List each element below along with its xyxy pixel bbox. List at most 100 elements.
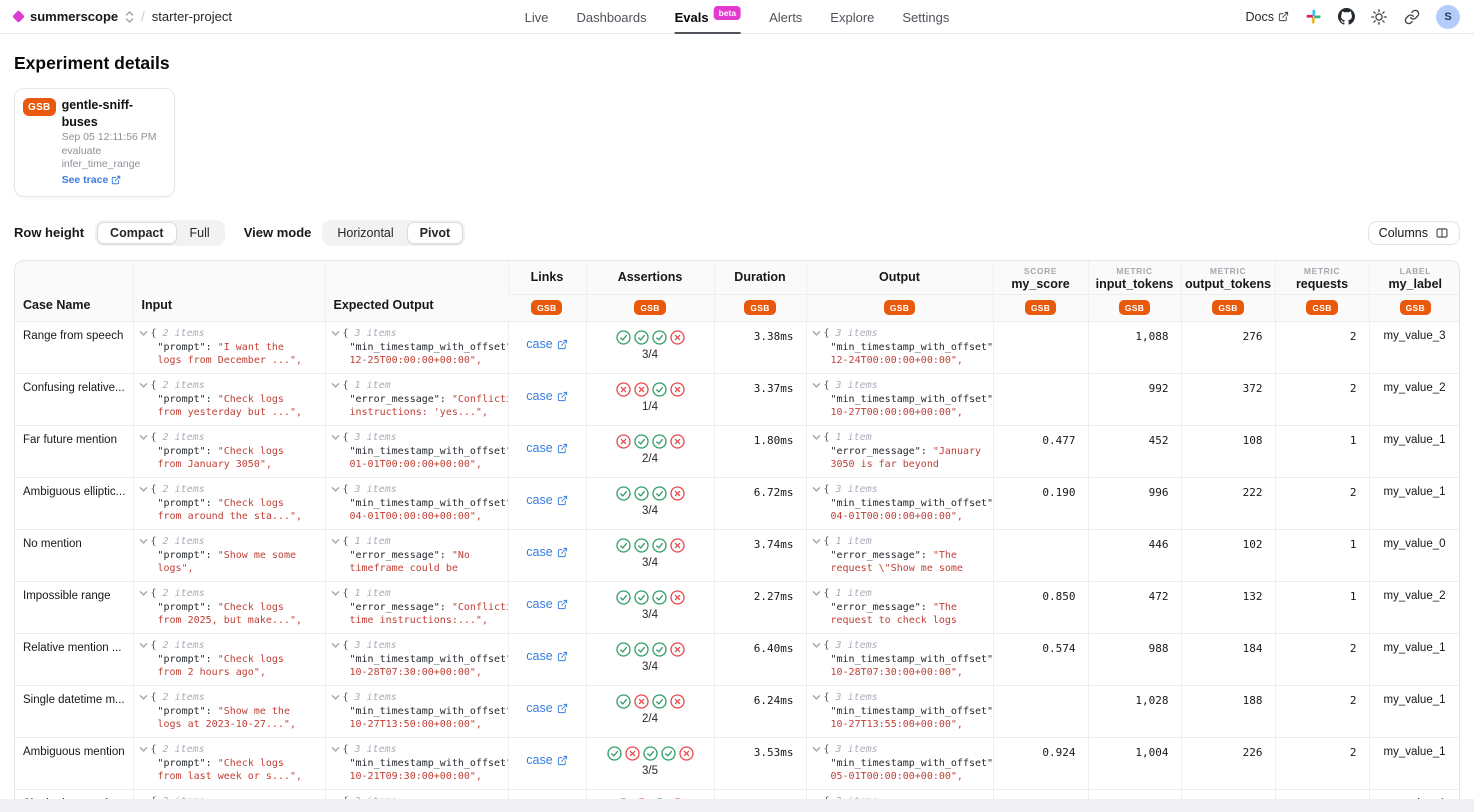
- nav-item-explore[interactable]: Explore: [830, 0, 874, 34]
- table-row[interactable]: Far future mention{2 items"prompt": "Che…: [15, 426, 1460, 478]
- col-header-requests[interactable]: METRICrequests: [1275, 261, 1369, 295]
- theme-toggle-icon[interactable]: [1370, 8, 1388, 26]
- share-link-icon[interactable]: [1403, 8, 1421, 26]
- case-link[interactable]: case: [526, 337, 567, 351]
- columns-button[interactable]: Columns: [1368, 221, 1460, 245]
- project-name[interactable]: starter-project: [152, 9, 232, 24]
- item-count: 3 items: [836, 743, 878, 757]
- assertion-count: 3/4: [587, 557, 714, 569]
- item-count: 2 items: [163, 691, 205, 705]
- col-header-output-tokens[interactable]: METRICoutput_tokens: [1181, 261, 1275, 295]
- collapse-toggle-icon[interactable]: [139, 485, 148, 494]
- collapse-toggle-icon[interactable]: [331, 381, 340, 390]
- collapse-toggle-icon[interactable]: [139, 381, 148, 390]
- collapse-toggle-icon[interactable]: [139, 329, 148, 338]
- docs-link[interactable]: Docs: [1246, 10, 1289, 24]
- table-row[interactable]: Single datetime m...{2 items"prompt": "S…: [15, 686, 1460, 738]
- collapse-toggle-icon[interactable]: [331, 641, 340, 650]
- assertion-pass-icon: [634, 538, 649, 553]
- collapse-toggle-icon[interactable]: [331, 433, 340, 442]
- collapse-toggle-icon[interactable]: [331, 693, 340, 702]
- user-avatar[interactable]: S: [1436, 5, 1460, 29]
- nav-item-settings[interactable]: Settings: [902, 0, 949, 34]
- nav-item-evals[interactable]: Evalsbeta: [675, 0, 741, 34]
- output-tokens-cell: 102: [1181, 530, 1275, 582]
- nav-item-dashboards[interactable]: Dashboards: [576, 0, 646, 34]
- github-icon[interactable]: [1337, 8, 1355, 26]
- table-row[interactable]: Confusing relative...{2 items"prompt": "…: [15, 374, 1460, 426]
- table-row[interactable]: Range from speech{2 items"prompt": "I wa…: [15, 322, 1460, 374]
- case-link[interactable]: case: [526, 597, 567, 611]
- workspace-switcher-icon[interactable]: [125, 10, 134, 24]
- table-row[interactable]: Ambiguous mention{2 items"prompt": "Chec…: [15, 738, 1460, 790]
- collapse-toggle-icon[interactable]: [331, 745, 340, 754]
- collapse-toggle-icon[interactable]: [139, 693, 148, 702]
- table-row[interactable]: No mention{2 items"prompt": "Show me som…: [15, 530, 1460, 582]
- output-tokens-cell: 132: [1181, 582, 1275, 634]
- col-header-output[interactable]: Output: [806, 261, 993, 295]
- case-link[interactable]: case: [526, 389, 567, 403]
- collapse-toggle-icon[interactable]: [139, 745, 148, 754]
- collapse-toggle-icon[interactable]: [331, 329, 340, 338]
- expected-json-preview: {3 items"min_timestamp_with_offset"01-01…: [331, 431, 508, 472]
- view-mode-option-horizontal[interactable]: Horizontal: [324, 222, 406, 244]
- nav-item-live[interactable]: Live: [525, 0, 549, 34]
- collapse-toggle-icon[interactable]: [139, 641, 148, 650]
- col-header-expected-output[interactable]: Expected Output: [325, 261, 508, 322]
- col-header-input-tokens[interactable]: METRICinput_tokens: [1088, 261, 1181, 295]
- collapse-toggle-icon[interactable]: [812, 485, 821, 494]
- breadcrumb-separator: /: [141, 9, 145, 24]
- assertion-pass-icon: [643, 746, 658, 761]
- collapse-toggle-icon[interactable]: [139, 537, 148, 546]
- assertion-pass-icon: [634, 642, 649, 657]
- slack-icon[interactable]: [1304, 8, 1322, 26]
- case-name-cell: Impossible range: [15, 582, 133, 634]
- collapse-toggle-icon[interactable]: [812, 589, 821, 598]
- view-mode-option-pivot[interactable]: Pivot: [407, 222, 464, 244]
- table-row[interactable]: Ambiguous elliptic...{2 items"prompt": "…: [15, 478, 1460, 530]
- case-link[interactable]: case: [526, 493, 567, 507]
- assertion-pass-icon: [616, 642, 631, 657]
- columns-icon: [1435, 226, 1449, 240]
- requests-cell: 1: [1275, 426, 1369, 478]
- case-link[interactable]: case: [526, 701, 567, 715]
- case-link[interactable]: case: [526, 649, 567, 663]
- collapse-toggle-icon[interactable]: [331, 485, 340, 494]
- col-header-my-label[interactable]: LABELmy_label: [1369, 261, 1460, 295]
- workspace-name[interactable]: summerscope: [30, 9, 118, 24]
- collapse-toggle-icon[interactable]: [812, 693, 821, 702]
- col-header-input[interactable]: Input: [133, 261, 325, 322]
- experiment-card[interactable]: GSB gentle-sniff-buses Sep 05 12:11:56 P…: [14, 88, 175, 197]
- row-height-option-compact[interactable]: Compact: [97, 222, 176, 244]
- col-header-assertions[interactable]: Assertions: [586, 261, 714, 295]
- collapse-toggle-icon[interactable]: [812, 745, 821, 754]
- collapse-toggle-icon[interactable]: [812, 329, 821, 338]
- col-header-links[interactable]: Links: [508, 261, 586, 295]
- col-header-duration[interactable]: Duration: [714, 261, 806, 295]
- row-height-option-full[interactable]: Full: [177, 222, 223, 244]
- collapse-toggle-icon[interactable]: [331, 589, 340, 598]
- case-link[interactable]: case: [526, 441, 567, 455]
- table-row[interactable]: Impossible range{2 items"prompt": "Check…: [15, 582, 1460, 634]
- collapse-toggle-icon[interactable]: [331, 537, 340, 546]
- collapse-toggle-icon[interactable]: [812, 433, 821, 442]
- external-link-icon: [557, 339, 568, 350]
- label-cell: my_value_1: [1369, 738, 1460, 790]
- table-row[interactable]: Relative mention ...{2 items"prompt": "C…: [15, 634, 1460, 686]
- see-trace-link[interactable]: See trace: [62, 173, 164, 187]
- col-header-case-name[interactable]: Case Name: [15, 261, 133, 322]
- assertion-pass-icon: [616, 486, 631, 501]
- collapse-toggle-icon[interactable]: [812, 381, 821, 390]
- input-cell: {2 items"prompt": "I want thelogs from D…: [133, 322, 325, 374]
- collapse-toggle-icon[interactable]: [812, 641, 821, 650]
- col-header-my-score[interactable]: SCOREmy_score: [993, 261, 1088, 295]
- case-link[interactable]: case: [526, 753, 567, 767]
- assertion-pass-icon: [652, 382, 667, 397]
- collapse-toggle-icon[interactable]: [139, 433, 148, 442]
- collapse-toggle-icon[interactable]: [812, 537, 821, 546]
- output-json-preview: {3 items"min_timestamp_with_offset"10-27…: [812, 691, 993, 732]
- collapse-toggle-icon[interactable]: [139, 589, 148, 598]
- case-link[interactable]: case: [526, 545, 567, 559]
- header-experiment-badge-cell: GSB: [714, 295, 806, 322]
- nav-item-alerts[interactable]: Alerts: [769, 0, 802, 34]
